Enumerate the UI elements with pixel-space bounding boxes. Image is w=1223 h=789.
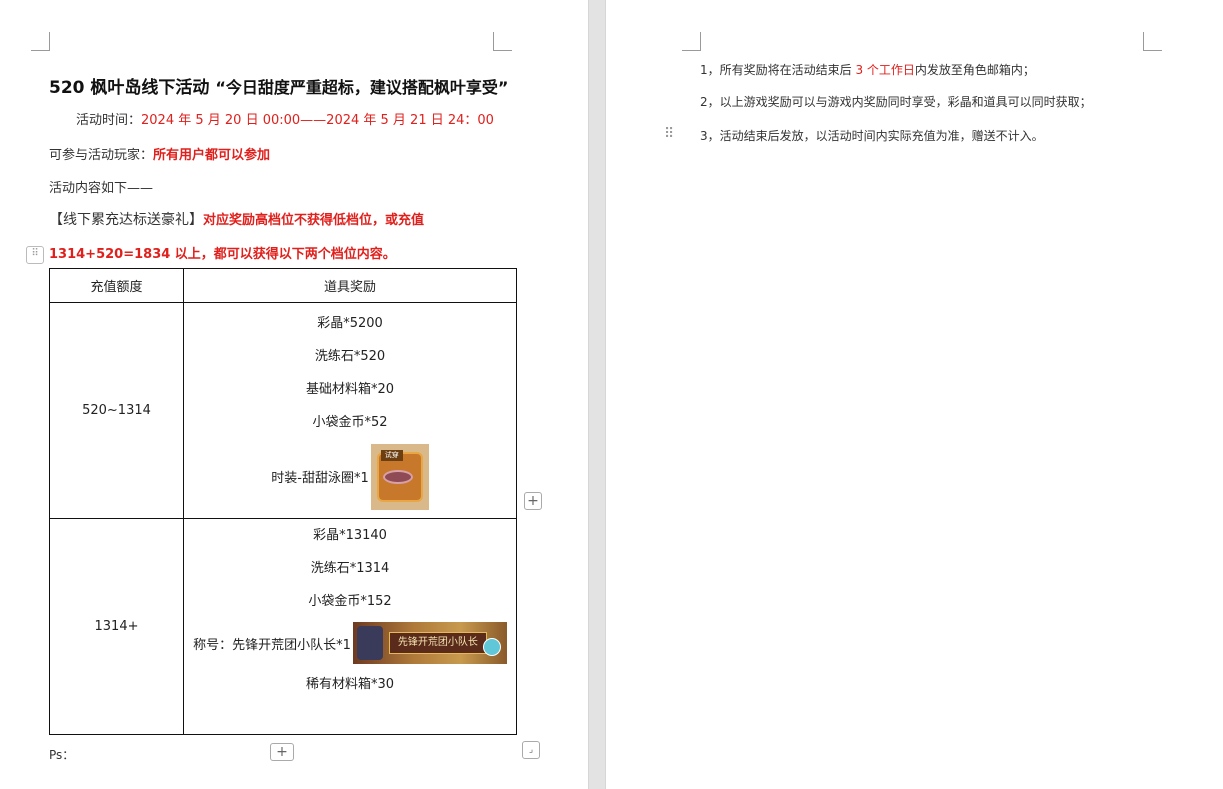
document-page-right: 1，所有奖励将在活动结束后 3 个工作日内发放至角色邮箱内； 2，以上游戏奖励可…: [606, 0, 1223, 789]
reward-item-with-image: 时装-甜甜泳圈*1 试穿: [184, 439, 516, 515]
table-move-handle-icon[interactable]: ⠿: [26, 246, 44, 264]
table-resize-icon[interactable]: ⌟: [522, 741, 540, 759]
section-title: 【线下累充达标送豪礼】: [49, 212, 203, 228]
title-sub: “今日甜度严重超标，建议搭配枫叶享受”: [215, 78, 509, 97]
document-page-left: 520 枫叶岛线下活动 “今日甜度严重超标，建议搭配枫叶享受” 活动时间：202…: [0, 0, 588, 789]
items-cell[interactable]: 彩晶*13140 洗练石*1314 小袋金币*152 称号：先锋开荒团小队长*1…: [183, 518, 517, 735]
tier-cell[interactable]: 520~1314: [49, 302, 184, 519]
title-badge-icon[interactable]: 先锋开荒团小队长: [352, 622, 507, 664]
reward-table: 充值额度 道具奖励 520~1314 彩晶*5200 洗练石*520 基础材料箱…: [49, 268, 517, 735]
table-header-row: 充值额度 道具奖励: [49, 268, 517, 303]
note-2[interactable]: 2，以上游戏奖励可以与游戏内奖励同时享受，彩晶和道具可以同时获取；: [700, 93, 1092, 110]
section-rule-1: 对应奖励高档位不获得低档位，或充值: [203, 213, 425, 228]
section-rule-2[interactable]: 1314+520=1834 以上，都可以获得以下两个档位内容。: [49, 243, 396, 262]
crop-mark: [31, 32, 50, 51]
content-intro[interactable]: 活动内容如下——: [49, 177, 153, 196]
header-recharge[interactable]: 充值额度: [49, 268, 184, 303]
fashion-icon-tag: 试穿: [380, 449, 403, 461]
players-line[interactable]: 可参与活动玩家：所有用户都可以参加: [49, 144, 270, 163]
reward-item-with-image: 称号：先锋开荒团小队长*1 先锋开荒团小队长: [184, 618, 516, 668]
note-3[interactable]: 3，活动结束后发放，以活动时间内实际充值为准，赠送不计入。: [700, 127, 1044, 144]
section-heading[interactable]: 【线下累充达标送豪礼】对应奖励高档位不获得低档位，或充值: [49, 209, 424, 229]
reward-item: 小袋金币*152: [308, 594, 392, 609]
title-main: 520 枫叶岛线下活动: [49, 78, 210, 98]
reward-item: 洗练石*520: [314, 348, 386, 364]
add-row-icon[interactable]: +: [270, 743, 294, 761]
page-gutter: [588, 0, 606, 789]
tier-cell[interactable]: 1314+: [49, 518, 184, 735]
reward-item: 稀有材料箱*30: [305, 677, 395, 692]
event-time-line[interactable]: 活动时间：2024 年 5 月 20 日 00:00——2024 年 5 月 2…: [76, 109, 494, 128]
title-icon-text: 先锋开荒团小队长: [388, 632, 487, 654]
swim-ring-costume-icon[interactable]: 试穿: [370, 443, 429, 510]
event-time-label: 活动时间：: [76, 113, 142, 128]
reward-item: 小袋金币*52: [312, 414, 388, 430]
note-1-pre: 1，所有奖励将在活动结束后: [700, 63, 852, 77]
reward-item: 洗练石*1314: [310, 561, 390, 576]
paragraph-drag-icon[interactable]: ⠿: [664, 126, 674, 142]
players-value: 所有用户都可以参加: [153, 148, 271, 163]
reward-item: 彩晶*13140: [313, 528, 387, 543]
doc-title[interactable]: 520 枫叶岛线下活动 “今日甜度严重超标，建议搭配枫叶享受”: [49, 73, 508, 98]
ps-text[interactable]: Ps：: [49, 746, 74, 763]
players-label: 可参与活动玩家：: [49, 148, 154, 163]
table-row: 1314+ 彩晶*13140 洗练石*1314 小袋金币*152 称号：先锋开荒…: [49, 518, 517, 735]
reward-item: 时装-甜甜泳圈*1: [271, 471, 369, 486]
table-row: 520~1314 彩晶*5200 洗练石*520 基础材料箱*20 小袋金币*5…: [49, 302, 517, 519]
crop-mark: [1143, 32, 1162, 51]
reward-item: 彩晶*5200: [317, 315, 383, 331]
header-rewards[interactable]: 道具奖励: [183, 268, 517, 303]
note-1[interactable]: 1，所有奖励将在活动结束后 3 个工作日内发放至角色邮箱内；: [700, 61, 1035, 78]
note-1-red: 3 个工作日: [855, 63, 915, 77]
reward-item: 基础材料箱*20: [305, 381, 395, 397]
crop-mark: [682, 32, 701, 51]
event-time-value: 2024 年 5 月 20 日 00:00——2024 年 5 月 21 日 2…: [141, 113, 494, 128]
reward-item: 称号：先锋开荒团小队长*1: [193, 637, 351, 653]
crop-mark: [493, 32, 512, 51]
items-cell[interactable]: 彩晶*5200 洗练石*520 基础材料箱*20 小袋金币*52 时装-甜甜泳圈…: [183, 302, 517, 519]
add-column-icon[interactable]: +: [524, 492, 542, 510]
note-1-post: 内发放至角色邮箱内；: [914, 63, 1035, 77]
